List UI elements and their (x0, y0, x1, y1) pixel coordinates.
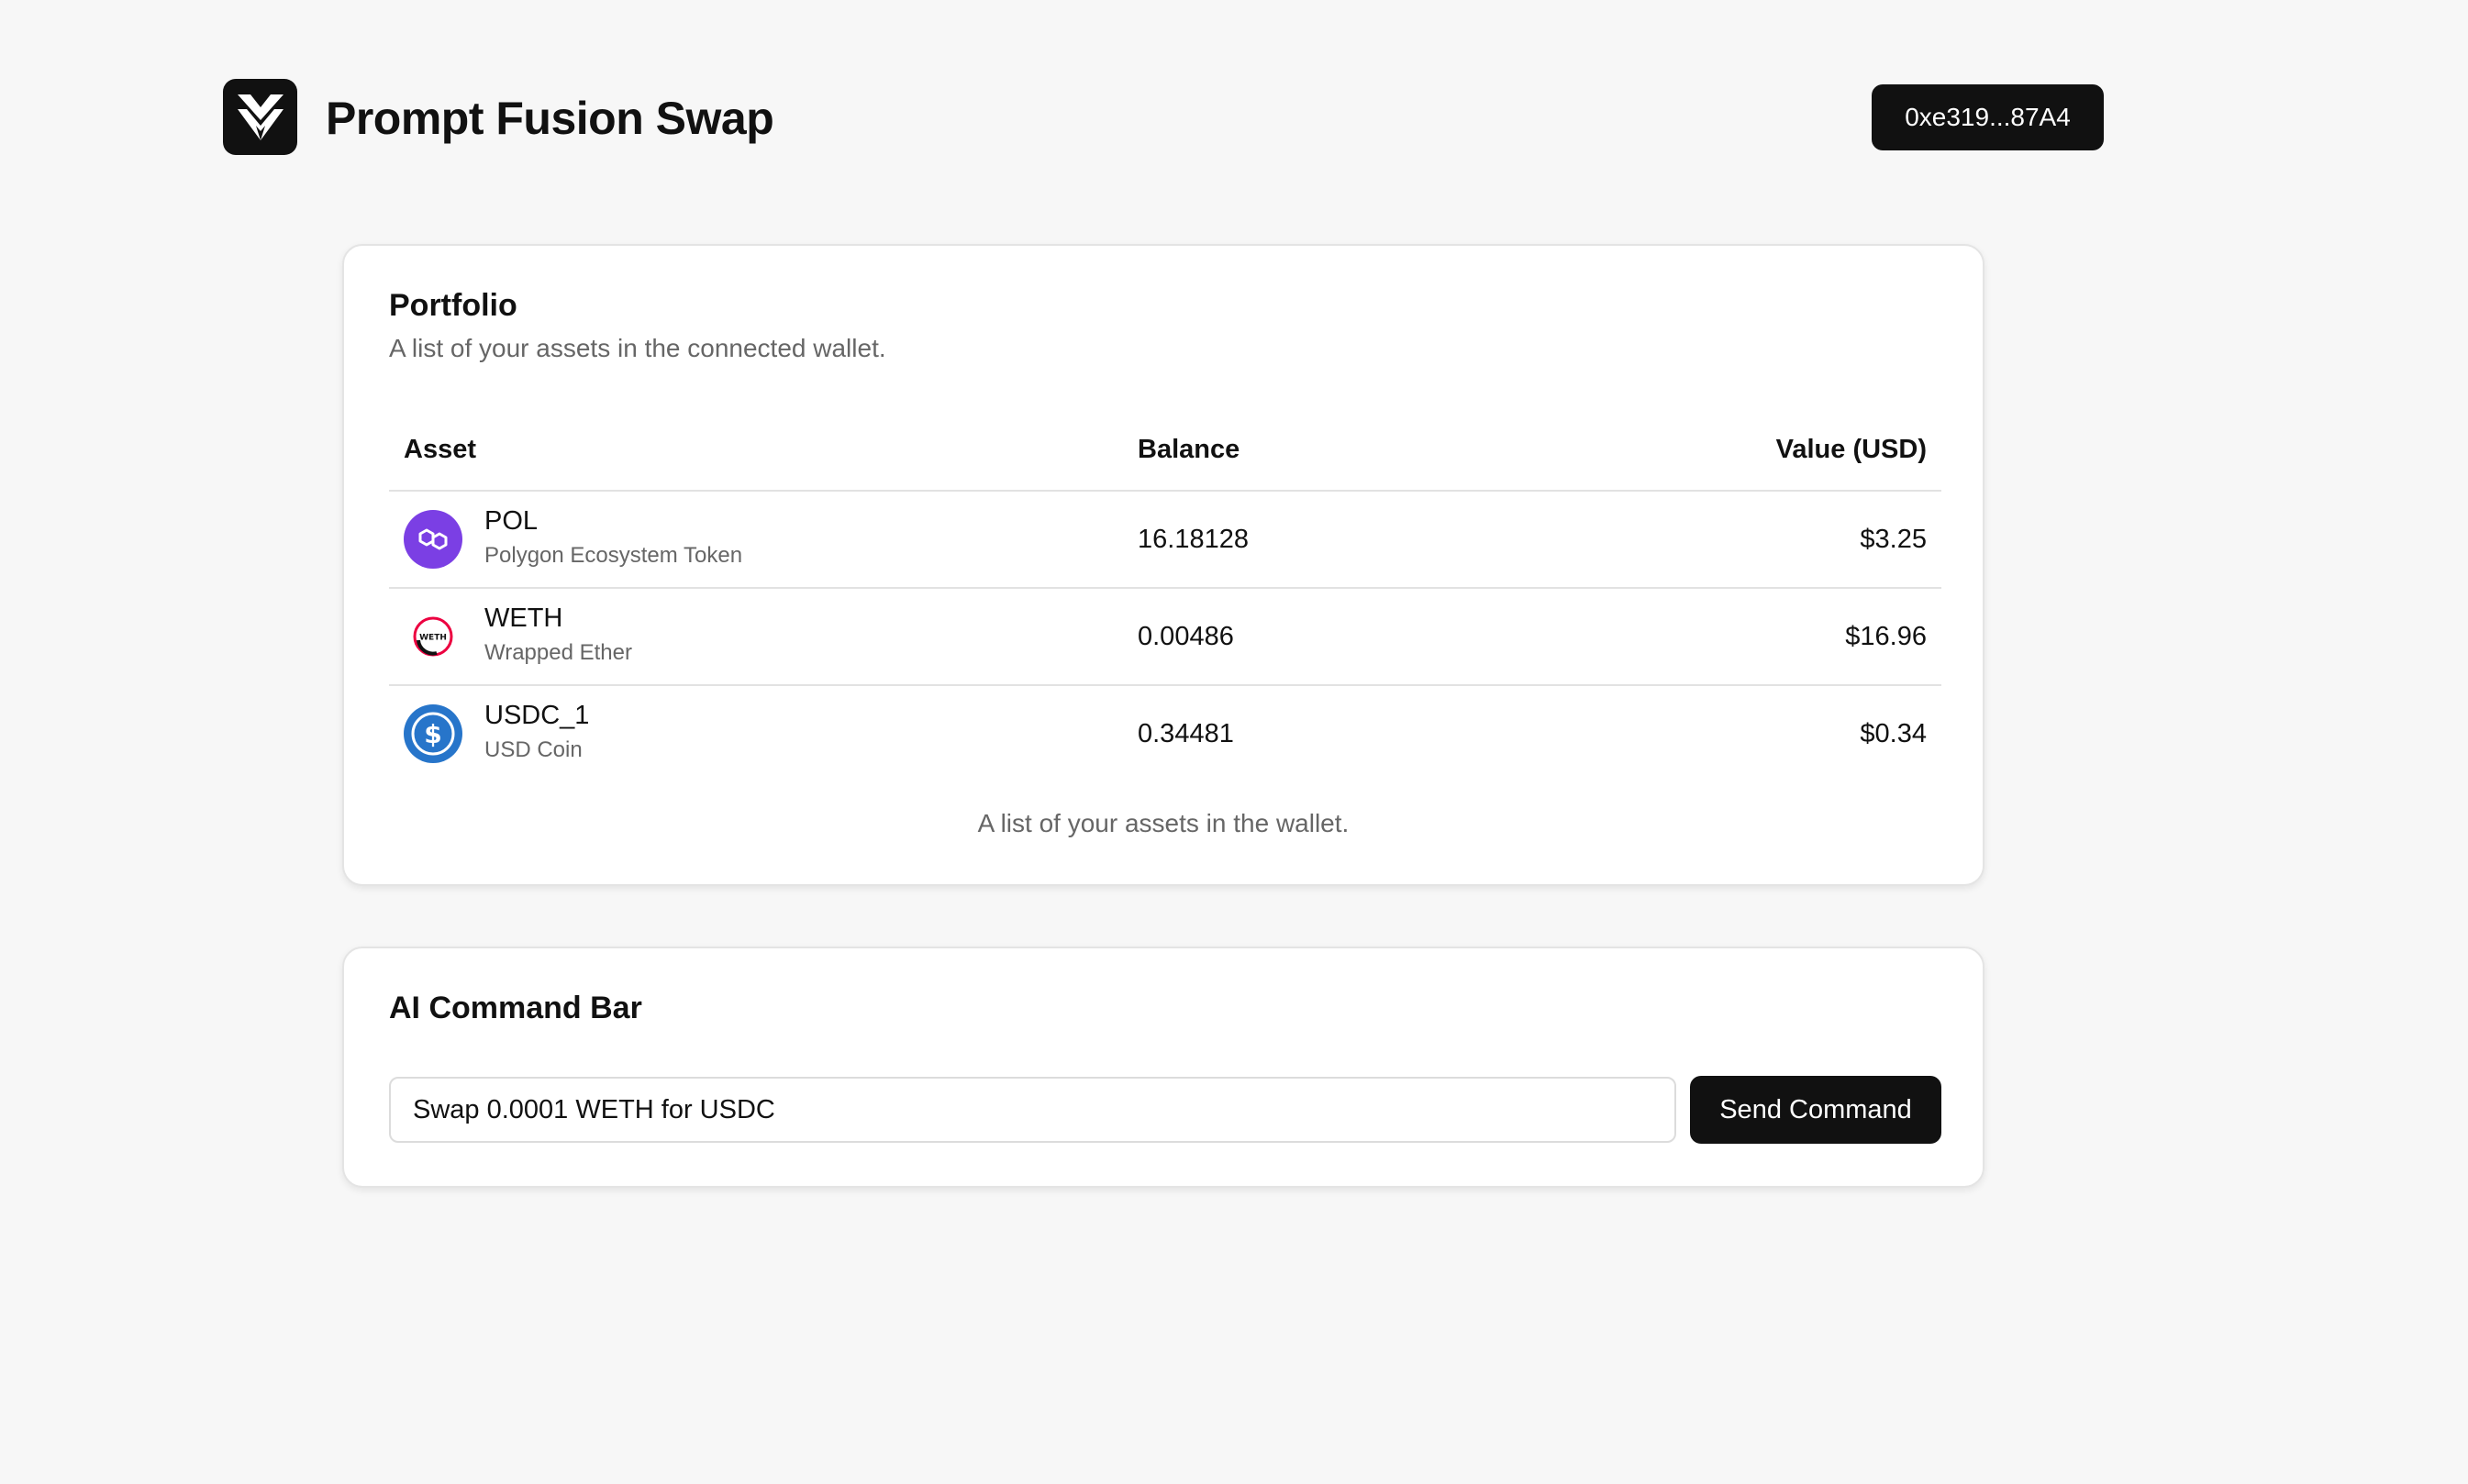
weth-icon: WETH (404, 607, 462, 666)
usdc-icon: $ (404, 704, 462, 763)
weth-icon-label: WETH (419, 634, 447, 643)
asset-symbol: POL (484, 506, 539, 536)
asset-name: USD Coin (484, 737, 583, 762)
asset-balance: 0.00486 (1138, 622, 1234, 651)
column-header-balance: Balance (1138, 435, 1240, 464)
portfolio-title: Portfolio (389, 288, 517, 323)
command-input[interactable] (389, 1077, 1676, 1143)
asset-value: $3.25 (1860, 525, 1927, 554)
command-bar-card: AI Command Bar Send Command (342, 947, 1984, 1188)
table-row: $ USDC_1 USD Coin 0.34481 $0.34 (389, 686, 1941, 781)
portfolio-table: Asset Balance Value (USD) POL Polygon Ec… (389, 416, 1941, 781)
asset-value: $0.34 (1860, 719, 1927, 748)
asset-balance: 0.34481 (1138, 719, 1234, 748)
usdc-icon-label: $ (424, 719, 441, 749)
polygon-icon (404, 510, 462, 569)
column-header-value: Value (USD) (1775, 435, 1927, 464)
asset-value: $16.96 (1845, 622, 1927, 651)
table-row: WETH WETH Wrapped Ether 0.00486 $16.96 (389, 589, 1941, 686)
portfolio-card: Portfolio A list of your assets in the c… (342, 244, 1984, 886)
asset-symbol: USDC_1 (484, 701, 590, 730)
send-command-button[interactable]: Send Command (1690, 1076, 1941, 1144)
table-row: POL Polygon Ecosystem Token 16.18128 $3.… (389, 492, 1941, 589)
asset-symbol: WETH (484, 604, 563, 633)
asset-name: Polygon Ecosystem Token (484, 543, 743, 568)
app-title: Prompt Fusion Swap (326, 93, 774, 144)
leaf-shield-logo-icon (223, 79, 297, 155)
table-caption: A list of your assets in the wallet. (977, 809, 1350, 837)
asset-name: Wrapped Ether (484, 640, 632, 665)
table-header: Asset Balance Value (USD) (389, 416, 1941, 492)
app-header: Prompt Fusion Swap 0xe319...87A4 (223, 79, 2104, 158)
asset-balance: 16.18128 (1138, 525, 1249, 554)
wallet-address-button[interactable]: 0xe319...87A4 (1872, 84, 2104, 150)
portfolio-description: A list of your assets in the connected w… (389, 334, 886, 362)
column-header-asset: Asset (404, 435, 476, 464)
command-bar-title: AI Command Bar (389, 991, 642, 1025)
